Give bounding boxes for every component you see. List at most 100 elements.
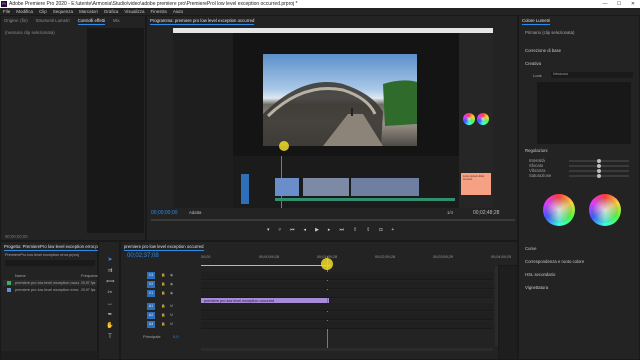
audio-track-target[interactable]: A2 [147,312,155,319]
timeline-hscrollbar[interactable] [201,348,493,351]
extract-icon[interactable]: ⇪ [366,227,370,233]
slider-0[interactable] [569,159,629,163]
video-track-target[interactable]: V3 [147,272,155,279]
highlight-tint-wheel[interactable] [589,194,621,226]
slider-knob-2[interactable] [597,169,601,173]
section-creative[interactable]: Creativa [525,61,541,66]
video-track-target[interactable]: V1 [147,290,155,297]
tab-sequence[interactable]: premiere pro low level exception occurre… [124,242,204,251]
minimize-icon[interactable]: — [598,0,612,8]
video-track-lane[interactable] [201,281,493,289]
type-tool-icon[interactable]: T [106,333,114,341]
add-icon[interactable]: + [391,227,394,233]
project-breadcrumb: PremierePro low level exception error.pr… [5,253,79,257]
eye-icon[interactable]: ◉ [169,291,174,296]
project-item[interactable]: premiere pro low level exception error.m… [3,287,97,293]
menu-item-marcatori[interactable]: Marcatori [79,8,98,15]
lift-icon[interactable]: ⇧ [353,227,357,233]
audio-track-lane[interactable] [201,303,493,311]
lock-icon[interactable]: 🔒 [161,304,166,309]
effect-controls-body [87,28,144,233]
slider-knob-0[interactable] [597,159,601,163]
close-icon[interactable]: ✕ [626,0,640,8]
go-next-icon[interactable]: ▸ [328,227,331,233]
eye-icon[interactable]: ◉ [169,273,174,278]
scale-dropdown[interactable]: 1/4 [447,210,453,215]
tab-program[interactable]: Programma: premiere pro low level except… [150,16,255,25]
lumetri-master[interactable]: Primario (clip selezionata) [525,30,574,35]
tab-lumetri[interactable]: Colore Lumetri [522,16,551,25]
tab-source-2[interactable]: Controlli effetti [77,16,105,25]
menu-item-aiuto[interactable]: Aiuto [173,8,183,15]
sticky-note-line-2: sit amet [463,178,473,181]
slider-knob-3[interactable] [597,174,601,178]
lock-icon[interactable]: 🔒 [161,313,166,318]
mark-out-icon[interactable]: ▿ [279,227,282,233]
project-search[interactable] [5,260,95,266]
hand-tool-icon[interactable]: ✋ [106,322,114,330]
section-curves[interactable]: Curve [525,246,536,251]
audio-track-target[interactable]: A3 [147,321,155,328]
audio-track-lane[interactable] [201,312,493,320]
mark-in-icon[interactable]: ▾ [267,227,270,233]
export-frame-icon[interactable]: ◘ [379,227,382,233]
track-select-tool-icon[interactable]: ⇉ [106,267,114,275]
maximize-icon[interactable]: ☐ [612,0,626,8]
menu-item-grafica[interactable]: Grafica [104,8,119,15]
lock-icon[interactable]: 🔒 [161,282,166,287]
lock-icon[interactable]: 🔒 [161,322,166,327]
video-track-target[interactable]: V2 [147,281,155,288]
section-basic-correction[interactable]: Correzione di base [525,48,561,53]
selection-tool-icon[interactable]: ➤ [106,256,114,264]
look-label: Look [533,73,542,78]
go-prev-icon[interactable]: ◂ [304,227,307,233]
section-color-match[interactable]: Correspondenza e ruoto colore [525,259,584,264]
slider-3[interactable] [569,174,629,178]
ruler-tick-label: 00;02;59;28 [375,255,396,259]
mute-icon[interactable]: M [169,313,174,318]
mute-icon[interactable]: M [169,304,174,309]
slider-knob-1[interactable] [597,164,601,168]
section-vignette[interactable]: Vignettatura [525,285,548,290]
tab-source-3[interactable]: Mix [113,16,120,25]
ripple-edit-tool-icon[interactable]: ⟺ [106,278,115,286]
lock-icon[interactable]: 🔒 [161,291,166,296]
menu-item-modifica[interactable]: Modifica [16,8,33,15]
slider-1[interactable] [569,164,629,168]
tab-source-0[interactable]: Origine: (fin) [4,16,28,25]
audio-track-lane[interactable] [201,321,493,329]
work-area-bar[interactable] [201,265,331,266]
menu-item-finestra[interactable]: Finestra [151,8,167,15]
time-ruler[interactable]: 00;0000;00;59;2800;01;59;2800;02;59;2800… [201,255,511,265]
menu-item-sequenza[interactable]: Sequenza [53,8,73,15]
col-name[interactable]: Nome [15,273,26,278]
eye-icon[interactable]: ◉ [169,282,174,287]
master-value[interactable]: 0,0 [173,334,179,339]
project-item-name: premiere pro low level exception occurre… [15,281,79,285]
menu-item-file[interactable]: File [3,8,10,15]
video-track-lane[interactable] [201,290,493,298]
section-hsl[interactable]: HSL secondario [525,272,555,277]
step-back-icon[interactable]: ⏮ [290,227,295,233]
audio-track-target[interactable]: A1 [147,303,155,310]
lock-icon[interactable]: 🔒 [161,273,166,278]
play-icon[interactable]: ▶ [315,227,319,233]
timeline-timecode[interactable]: 00;02;37;08 [127,253,159,259]
pen-tool-icon[interactable]: ✒ [106,311,114,319]
section-adjustments[interactable]: Regolazioni [525,148,547,153]
step-forward-icon[interactable]: ⏭ [339,227,344,233]
video-track-lane[interactable] [201,272,493,280]
slip-tool-icon[interactable]: ↔ [106,300,114,308]
mute-icon[interactable]: M [169,322,174,327]
menu-item-visualizza[interactable]: Visualizza [124,8,144,15]
fit-dropdown[interactable]: Adatta [189,210,201,215]
razor-tool-icon[interactable]: ✂ [106,289,114,297]
slider-2[interactable] [569,169,629,173]
look-dropdown[interactable]: Nessuno [551,72,633,78]
tab-project[interactable]: Progetto: PremierePro low level exceptio… [4,242,107,251]
shadow-tint-wheel[interactable] [543,194,575,226]
tab-source-1[interactable]: Strumenti Lumetri [36,16,70,25]
monitor-scrubber[interactable] [151,219,515,221]
project-item[interactable]: premiere pro low level exception occurre… [3,280,97,286]
menu-item-clip[interactable]: Clip [39,8,47,15]
